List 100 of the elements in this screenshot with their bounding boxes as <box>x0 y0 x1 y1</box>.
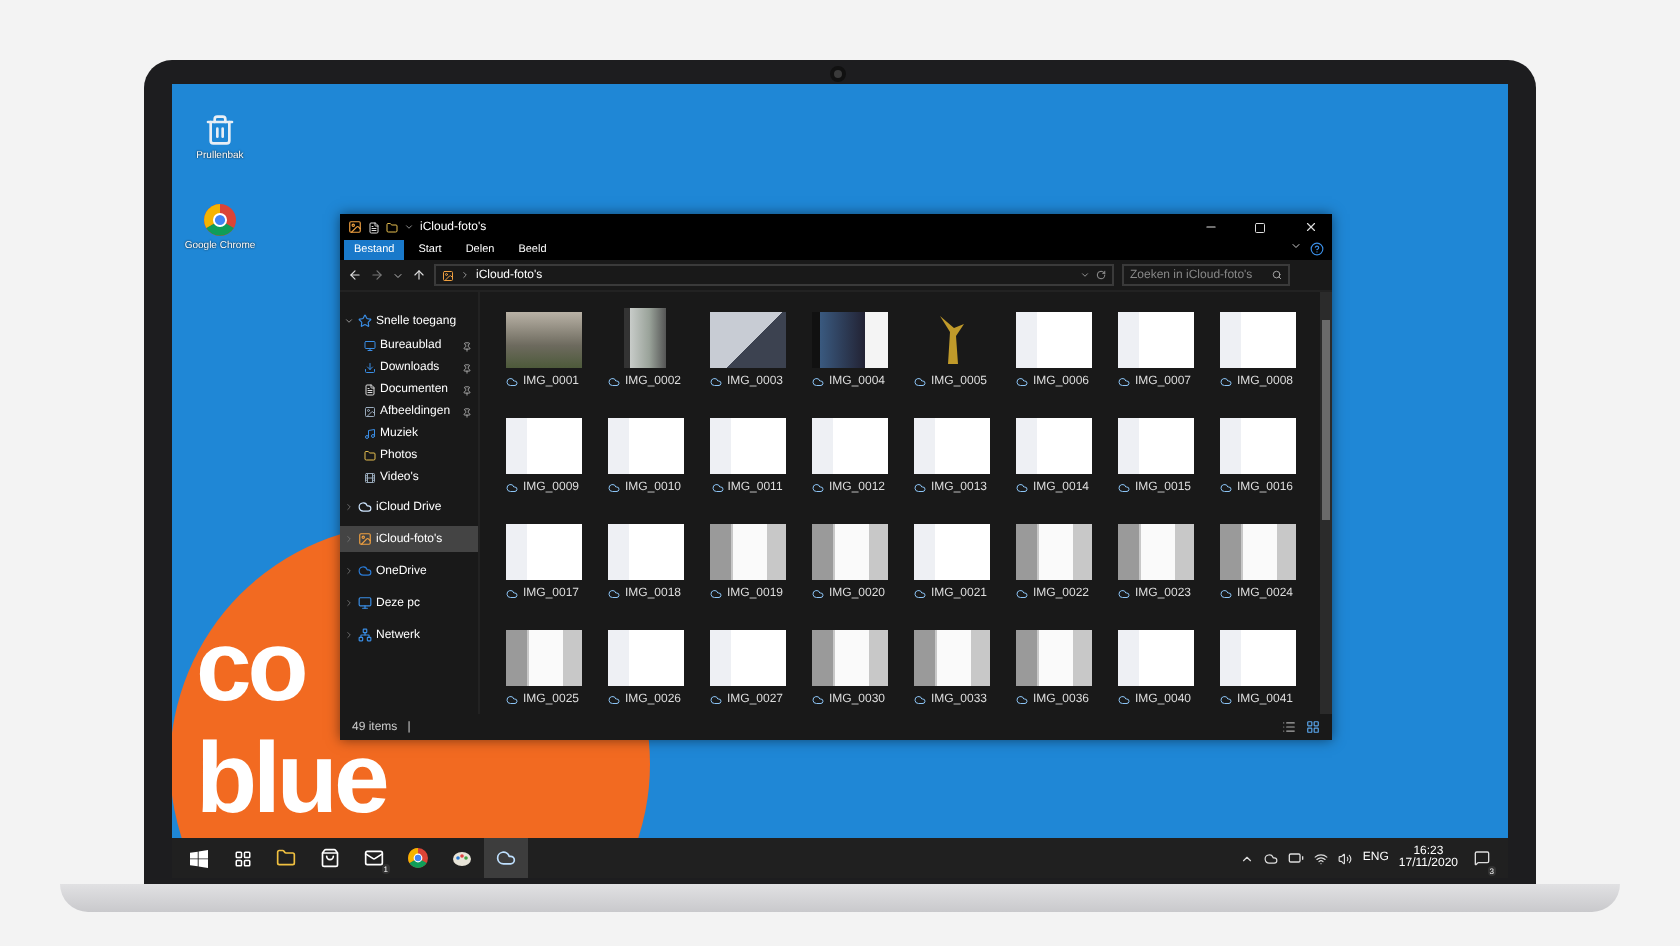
cloud-icon <box>914 482 927 494</box>
photo-placeholder <box>624 308 666 368</box>
document-icon <box>368 221 380 233</box>
forward-icon[interactable] <box>370 268 384 282</box>
chevron-down-icon <box>1080 270 1090 280</box>
cloud-icon <box>1118 376 1131 388</box>
screenshot-thumbnail <box>1219 524 1295 580</box>
chevron-right-icon <box>460 270 470 280</box>
cloud-icon <box>506 694 519 706</box>
statue-thumbnail <box>935 312 967 368</box>
screenshot-thumbnail <box>913 630 989 686</box>
screenshot-thumbnail <box>607 524 683 580</box>
cloud-icon <box>358 564 372 578</box>
screenshot-thumbnail <box>607 418 683 474</box>
cloud-icon <box>1118 694 1131 706</box>
screenshot-thumbnail <box>505 630 581 686</box>
cloud-icon <box>506 588 519 600</box>
cloud-icon <box>358 500 372 514</box>
image-icon <box>348 220 362 234</box>
cloud-icon <box>812 694 825 706</box>
screenshot-thumbnail <box>913 418 989 474</box>
screenshot-thumbnail <box>1219 630 1295 686</box>
screenshot-thumbnail <box>709 524 785 580</box>
monitor-icon <box>358 596 372 610</box>
chevron-right-icon <box>344 566 354 576</box>
screenshot-thumbnail <box>1219 418 1295 474</box>
cloud-icon <box>608 482 621 494</box>
cloud-icon <box>1118 588 1131 600</box>
screenshot-thumbnail <box>505 524 581 580</box>
chevron-down-icon <box>404 222 414 232</box>
cloud-icon <box>1016 482 1029 494</box>
logo-text: blue <box>196 728 386 828</box>
battery-icon[interactable] <box>1288 850 1305 866</box>
taskbar-button[interactable] <box>484 838 528 878</box>
cloud-icon <box>1220 588 1233 600</box>
cloud-icon <box>506 376 519 388</box>
screenshot-thumbnail <box>1117 418 1193 474</box>
screenshot-thumbnail <box>913 524 989 580</box>
image-icon <box>364 406 376 418</box>
music-icon <box>364 428 376 440</box>
screenshot-thumbnail <box>1015 418 1091 474</box>
mail-icon <box>364 848 384 868</box>
download-icon <box>364 362 376 374</box>
minimize-icon <box>1203 220 1217 234</box>
image-icon <box>442 269 454 281</box>
film-icon <box>364 472 376 484</box>
star-icon <box>358 314 372 328</box>
cloud-icon <box>914 588 927 600</box>
details-view-icon[interactable] <box>1282 720 1296 734</box>
chevron-right-icon <box>344 534 354 544</box>
chevron-down-icon <box>1290 240 1302 252</box>
cloud-icon <box>812 482 825 494</box>
cloud-icon <box>1016 376 1029 388</box>
screenshot-thumbnail <box>709 630 785 686</box>
chevron-right-icon <box>344 502 354 512</box>
screenshot-thumbnail <box>505 418 581 474</box>
cloud-icon <box>1118 482 1131 494</box>
screenshot-thumbnail <box>811 312 887 368</box>
chevron-down-icon[interactable] <box>392 269 404 281</box>
volume-icon[interactable] <box>1338 851 1353 865</box>
wifi-icon[interactable] <box>1314 851 1329 865</box>
cloud-icon <box>1220 482 1233 494</box>
cloud-icon <box>608 588 621 600</box>
chrome-logo-icon <box>408 848 428 868</box>
screenshot-thumbnail <box>1015 524 1091 580</box>
close-icon <box>1303 220 1317 234</box>
back-icon[interactable] <box>348 268 362 282</box>
chrome-logo-icon[interactable] <box>204 204 236 236</box>
monitor-icon <box>364 340 376 352</box>
logo-text: co <box>196 616 305 716</box>
recycle-bin-icon[interactable] <box>204 114 236 146</box>
cloud-icon <box>506 482 519 494</box>
cloud-icon <box>710 376 723 388</box>
cloud-icon[interactable] <box>1264 851 1279 865</box>
screenshot-thumbnail <box>1015 630 1091 686</box>
thumbnails-view-icon[interactable] <box>1306 720 1320 734</box>
screenshot-thumbnail <box>1117 630 1193 686</box>
cloud-icon <box>1016 588 1029 600</box>
photo-placeholder <box>505 312 581 368</box>
document-icon <box>364 384 376 396</box>
windows-logo-icon <box>189 849 207 867</box>
help-icon[interactable] <box>1310 242 1324 256</box>
cloud-icon <box>1220 694 1233 706</box>
cloud-icon <box>710 588 723 600</box>
cloud-icon <box>608 694 621 706</box>
webcam <box>830 66 846 82</box>
screenshot-thumbnail <box>1015 312 1091 368</box>
up-icon[interactable] <box>412 268 426 282</box>
shopping-bag-icon <box>320 848 340 868</box>
screenshot-thumbnail <box>709 312 785 368</box>
chevron-right-icon <box>344 630 354 640</box>
cloud-icon <box>496 848 516 868</box>
folder-icon <box>386 221 398 233</box>
search-icon <box>1272 270 1282 280</box>
network-icon <box>358 628 372 642</box>
cloud-icon <box>812 588 825 600</box>
cloud-icon <box>914 376 927 388</box>
cloud-icon <box>710 694 723 706</box>
scrollbar[interactable] <box>1320 292 1332 714</box>
chevron-up-icon[interactable] <box>1240 851 1255 865</box>
